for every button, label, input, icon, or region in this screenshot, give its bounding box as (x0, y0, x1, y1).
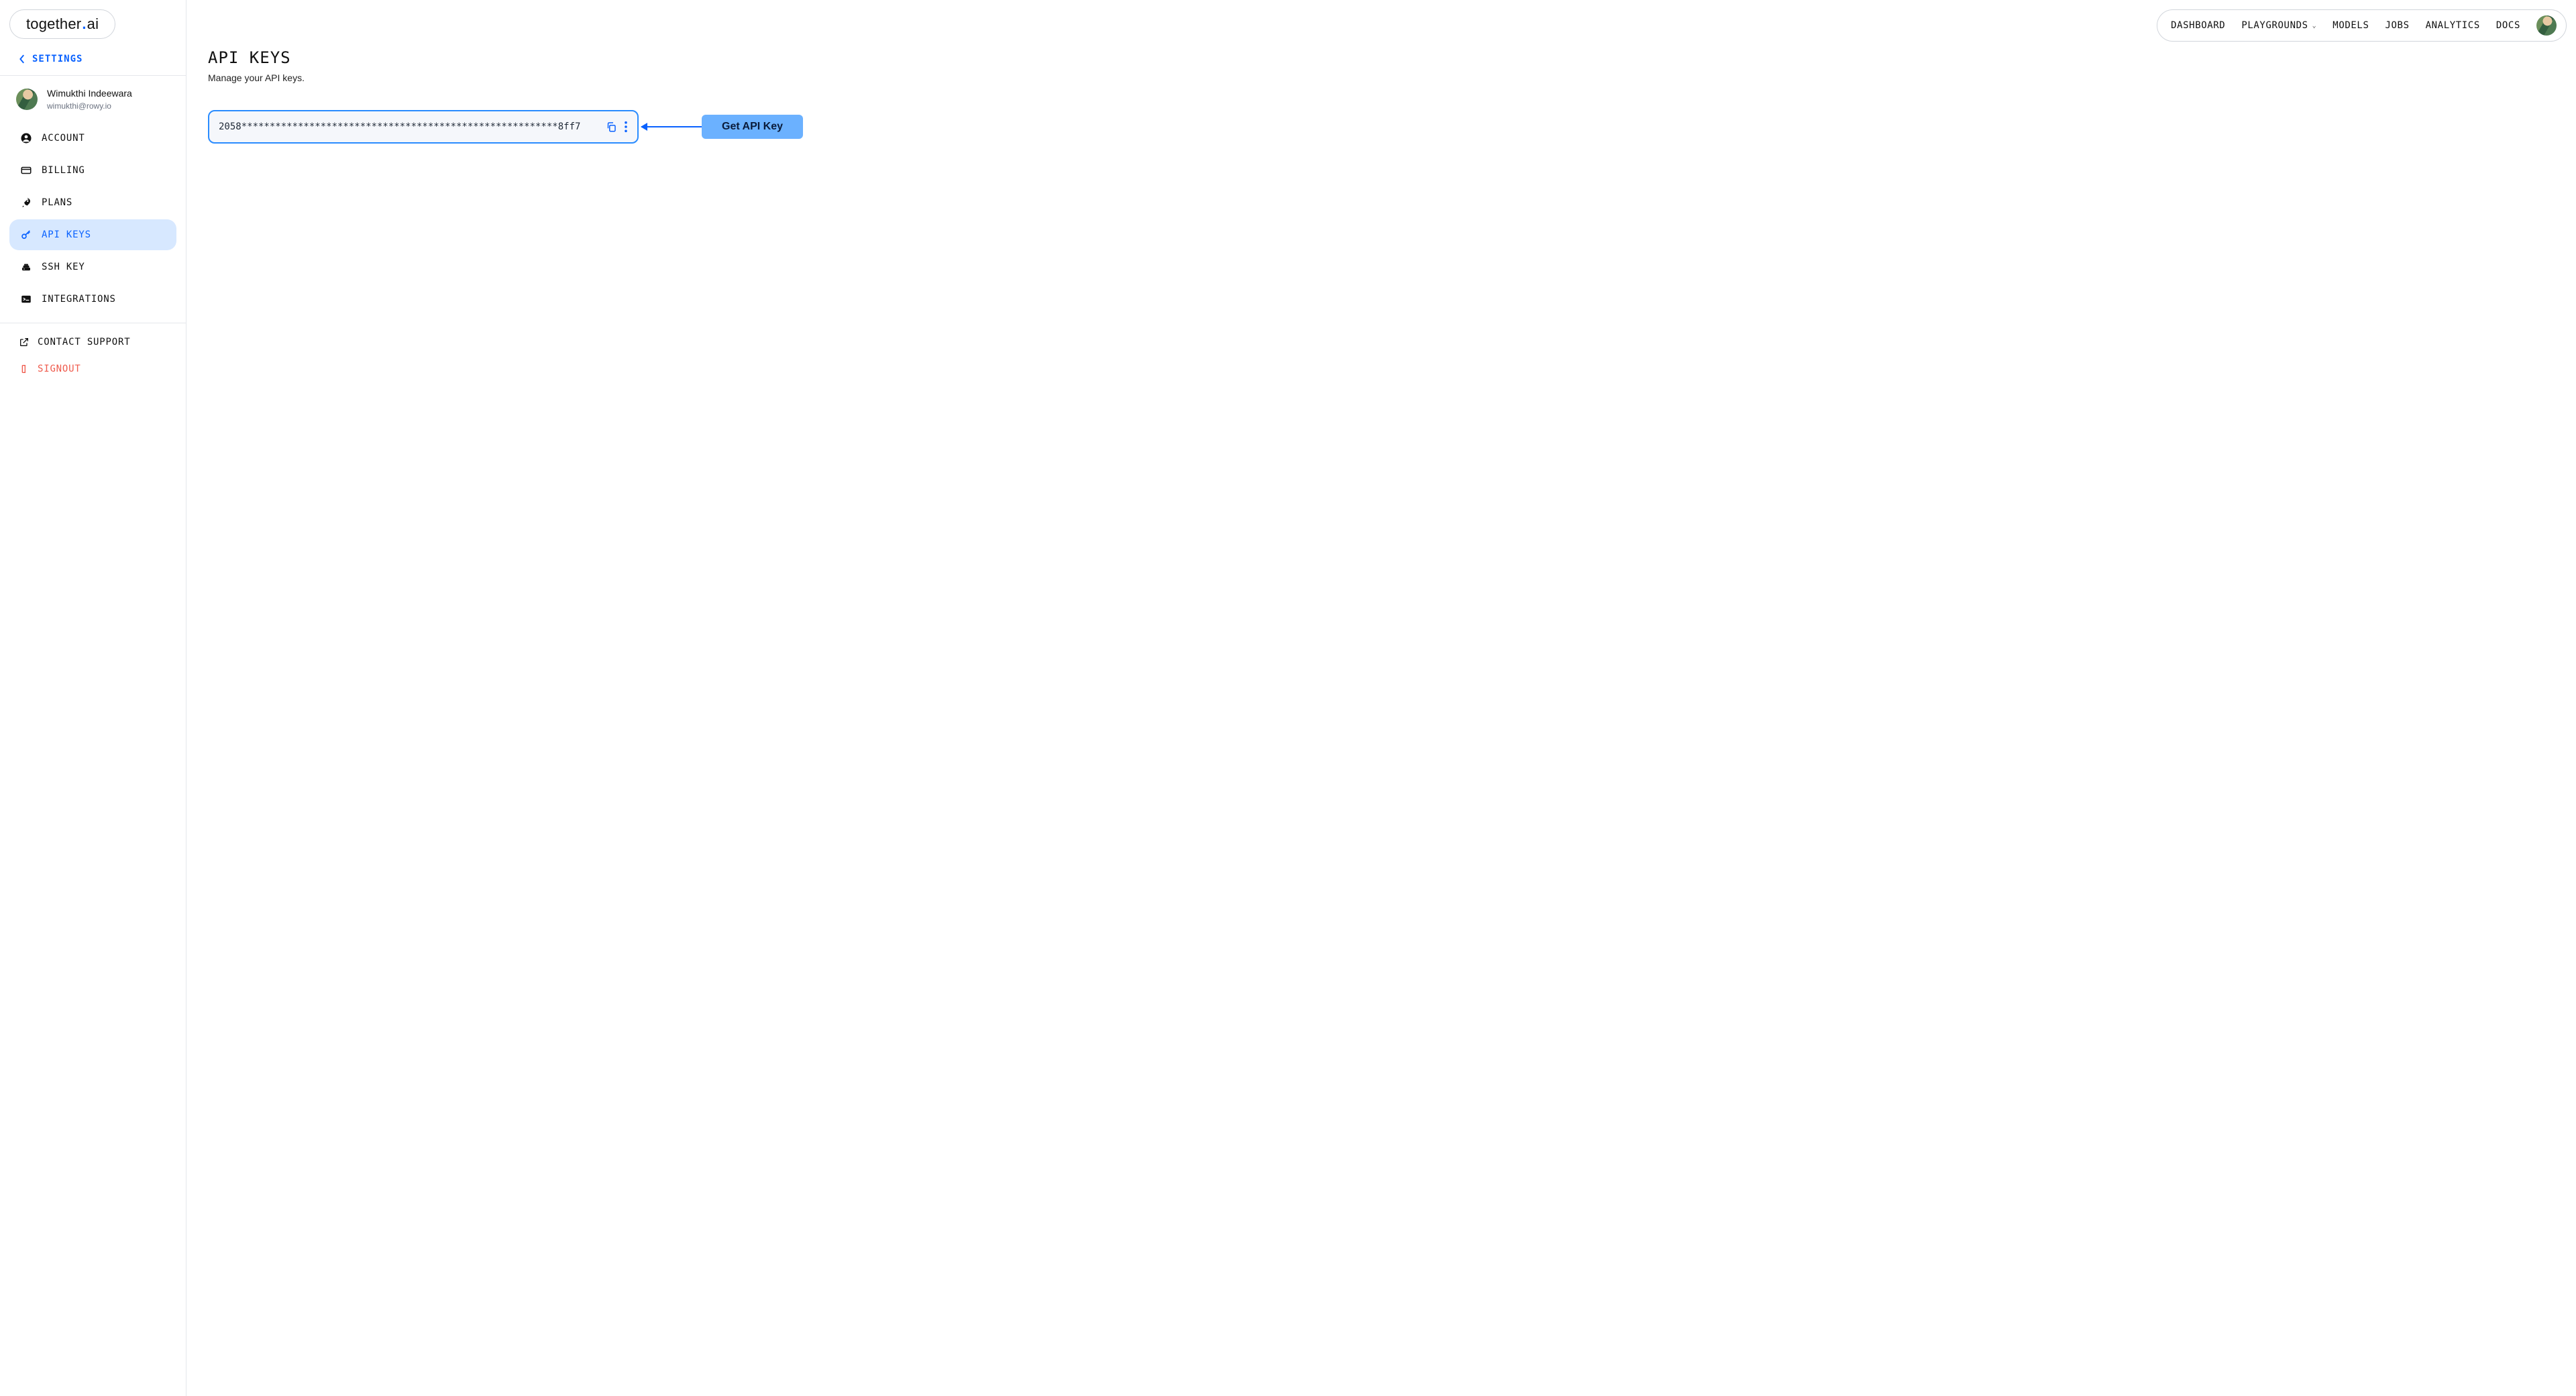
logo[interactable]: together.ai (0, 0, 186, 46)
copy-key-button[interactable] (605, 121, 617, 133)
sidebar-nav: ACCOUNT BILLING PLANS API KEYS SSH KEY I… (0, 119, 186, 319)
key-more-button[interactable] (624, 121, 628, 133)
card-icon (20, 164, 32, 176)
contact-support-label: CONTACT SUPPORT (38, 337, 130, 347)
api-key-row: 2058************************************… (208, 110, 639, 144)
sidebar-item-ssh-key[interactable]: SSH KEY (9, 252, 176, 282)
copy-icon (605, 121, 617, 133)
topnav-analytics[interactable]: ANALYTICS (2426, 20, 2480, 31)
sidebar-item-label: PLANS (42, 197, 72, 208)
topnav-label: MODELS (2332, 20, 2369, 31)
server-icon (20, 261, 32, 273)
key-icon (20, 229, 32, 241)
topnav-label: DOCS (2496, 20, 2520, 31)
sidebar-item-label: BILLING (42, 165, 85, 176)
logo-text-left: together (26, 15, 81, 32)
topnav-label: JOBS (2385, 20, 2409, 31)
chevron-left-icon (19, 54, 25, 64)
topnav-label: DASHBOARD (2171, 20, 2225, 31)
user-email: wimukthi@rowy.io (47, 101, 132, 111)
page-subtitle: Manage your API keys. (208, 72, 2549, 83)
topnav: DASHBOARD PLAYGROUNDS ⌄ MODELS JOBS ANALY… (2157, 9, 2567, 42)
signout-icon (19, 364, 30, 374)
sidebar-item-account[interactable]: ACCOUNT (9, 123, 176, 154)
sidebar: together.ai SETTINGS Wimukthi Indeewara … (0, 0, 186, 1396)
signout-label: SIGNOUT (38, 364, 81, 374)
sidebar-item-label: ACCOUNT (42, 133, 85, 144)
main: DASHBOARD PLAYGROUNDS ⌄ MODELS JOBS ANALY… (186, 0, 2576, 1396)
topnav-label: PLAYGROUNDS (2241, 20, 2308, 31)
topnav-models[interactable]: MODELS (2332, 20, 2369, 31)
sidebar-item-label: API KEYS (42, 229, 91, 240)
external-link-icon (19, 337, 30, 347)
topnav-dashboard[interactable]: DASHBOARD (2171, 20, 2225, 31)
user-row[interactable]: Wimukthi Indeewara wimukthi@rowy.io (0, 76, 186, 119)
topnav-playgrounds[interactable]: PLAYGROUNDS ⌄ (2241, 20, 2316, 31)
terminal-icon (20, 293, 32, 305)
logo-text-right: ai (87, 15, 99, 32)
logo-dot: . (81, 15, 87, 32)
topnav-docs[interactable]: DOCS (2496, 20, 2520, 31)
contact-support[interactable]: CONTACT SUPPORT (16, 330, 170, 354)
sidebar-item-billing[interactable]: BILLING (9, 155, 176, 186)
account-icon (20, 132, 32, 144)
get-api-key-callout: Get API Key (702, 115, 803, 139)
sidebar-item-api-keys[interactable]: API KEYS (9, 219, 176, 250)
topnav-jobs[interactable]: JOBS (2385, 20, 2409, 31)
topnav-label: ANALYTICS (2426, 20, 2480, 31)
sidebar-item-plans[interactable]: PLANS (9, 187, 176, 218)
rocket-icon (20, 197, 32, 209)
settings-back-label: SETTINGS (32, 54, 83, 64)
callout-arrow (641, 126, 702, 127)
api-key-masked: 2058************************************… (219, 121, 598, 132)
avatar (16, 89, 38, 110)
sidebar-item-integrations[interactable]: INTEGRATIONS (9, 284, 176, 315)
page-title: API KEYS (208, 48, 2549, 67)
more-vertical-icon (624, 121, 628, 133)
settings-back[interactable]: SETTINGS (0, 46, 186, 75)
signout[interactable]: SIGNOUT (16, 357, 170, 381)
user-name: Wimukthi Indeewara (47, 88, 132, 100)
topnav-avatar[interactable] (2536, 15, 2557, 36)
sidebar-item-label: INTEGRATIONS (42, 294, 116, 305)
sidebar-item-label: SSH KEY (42, 262, 85, 272)
chevron-down-icon: ⌄ (2312, 22, 2317, 30)
